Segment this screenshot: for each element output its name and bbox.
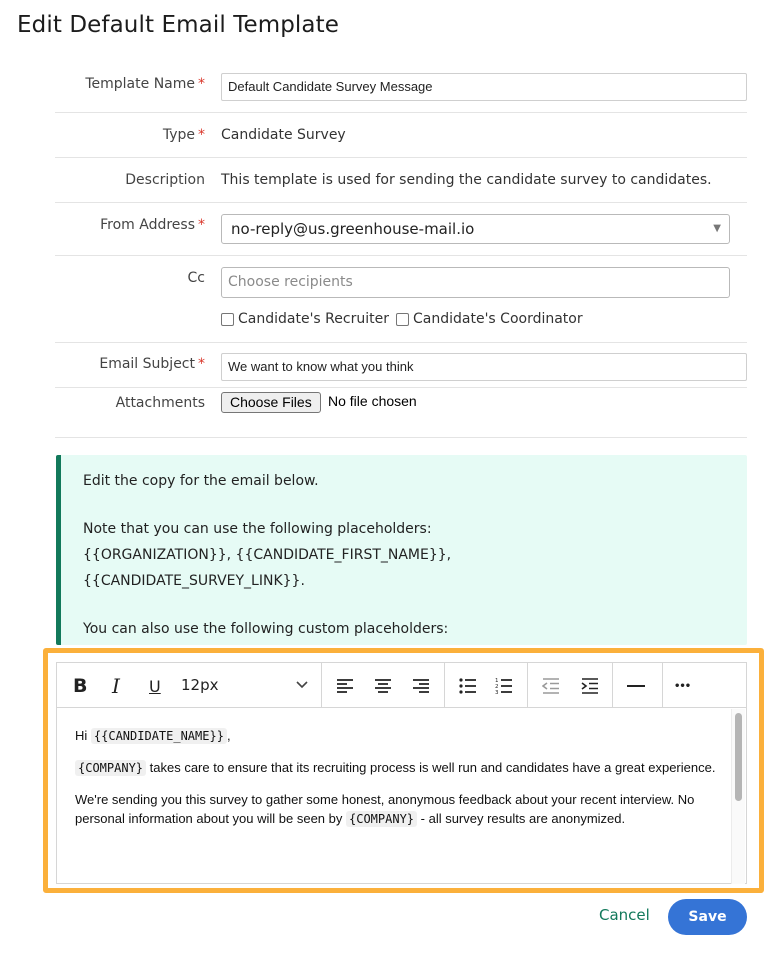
bullet-list-icon[interactable] [459, 675, 477, 697]
row-description: Description This template is used for se… [55, 158, 747, 203]
cc-recruiter-label: Candidate's Recruiter [238, 311, 389, 327]
save-button[interactable]: Save [668, 899, 747, 935]
scrollbar-thumb[interactable] [735, 713, 742, 801]
bold-icon[interactable]: B [73, 675, 87, 697]
row-type: Type * Candidate Survey [55, 113, 747, 158]
email-subject-input[interactable]: We want to know what you think [221, 353, 747, 381]
paragraph-3-suffix: - all survey results are anonymized. [417, 811, 626, 826]
toolbar-separator [527, 663, 528, 708]
placeholder-callout: Edit the copy for the email below. Note … [56, 455, 747, 645]
chevron-down-icon[interactable] [295, 677, 309, 697]
cc-coordinator-checkbox[interactable]: Candidate's Coordinator [396, 311, 583, 327]
numbered-list-icon[interactable]: 123 [495, 675, 513, 697]
toolbar-separator [444, 663, 445, 708]
greeting-suffix: , [226, 728, 231, 743]
editor-scrollbar[interactable] [731, 709, 745, 884]
description-label: Description [125, 172, 205, 188]
cc-coordinator-label: Candidate's Coordinator [413, 311, 583, 327]
body-paragraph-2: {COMPANY} takes care to ensure that its … [75, 758, 733, 778]
page-title: Edit Default Email Template [17, 12, 339, 38]
checkbox-icon[interactable] [396, 312, 409, 326]
cancel-button[interactable]: Cancel [599, 906, 650, 924]
editor-content[interactable]: Hi {{CANDIDATE_NAME}}, {COMPANY} takes c… [57, 709, 733, 884]
placeholder-tag: {COMPANY} [75, 760, 147, 776]
row-cc: Cc Choose recipients Candidate's Recruit… [55, 256, 747, 343]
editor-toolbar: B I U 12px 123 ••• [57, 663, 746, 708]
template-name-input[interactable]: Default Candidate Survey Message [221, 73, 747, 101]
template-name-label: Template Name * [85, 76, 205, 92]
dropdown-caret-icon: ▼ [713, 223, 721, 234]
body-paragraph-3: We're sending you this survey to gather … [75, 790, 733, 829]
align-center-icon[interactable] [374, 675, 392, 697]
type-label: Type * [162, 127, 205, 143]
font-size-select[interactable]: 12px [181, 676, 219, 694]
italic-icon[interactable]: I [112, 674, 120, 698]
placeholder-tag: {{CANDIDATE_NAME}} [90, 728, 227, 744]
callout-line-3: You can also use the following custom pl… [83, 621, 449, 637]
toolbar-separator [662, 663, 663, 708]
email-body-editor: B I U 12px 123 ••• Hi {{CANDIDATE_NAME}}… [56, 662, 747, 884]
align-right-icon[interactable] [412, 675, 430, 697]
row-email-subject: Email Subject * We want to know what you … [55, 343, 747, 388]
from-address-label: From Address * [100, 217, 205, 233]
from-address-select[interactable]: no-reply@us.greenhouse-mail.io ▼ [221, 214, 730, 244]
more-options-icon[interactable]: ••• [674, 675, 691, 697]
body-paragraph-1: Hi {{CANDIDATE_NAME}}, [75, 726, 733, 746]
paragraph-2-text: takes care to ensure that its recruiting… [146, 760, 716, 775]
greeting-text: Hi [75, 728, 91, 743]
toolbar-separator [612, 663, 613, 708]
cc-recruiter-checkbox[interactable]: Candidate's Recruiter [221, 311, 389, 327]
type-value: Candidate Survey [221, 127, 346, 143]
row-attachments: Attachments Choose Files No file chosen [55, 388, 747, 438]
align-left-icon[interactable] [336, 675, 354, 697]
attachments-label: Attachments [115, 395, 205, 411]
callout-line-2: Note that you can use the following plac… [83, 521, 452, 589]
cc-recipients-input[interactable]: Choose recipients [221, 267, 730, 298]
placeholder-tag: {COMPANY} [346, 811, 418, 827]
template-form: Template Name * Default Candidate Survey … [55, 62, 747, 438]
horizontal-rule-icon[interactable] [626, 675, 646, 697]
email-subject-label: Email Subject * [99, 356, 205, 372]
row-from-address: From Address * no-reply@us.greenhouse-mai… [55, 203, 747, 256]
cc-label: Cc [187, 270, 205, 286]
file-status: No file chosen [328, 393, 417, 409]
from-address-value: no-reply@us.greenhouse-mail.io [231, 220, 475, 238]
callout-line-1: Edit the copy for the email below. [83, 473, 319, 489]
svg-text:3: 3 [495, 690, 499, 695]
toolbar-separator [321, 663, 322, 708]
description-value: This template is used for sending the ca… [221, 172, 712, 188]
outdent-icon[interactable] [542, 675, 560, 697]
underline-icon[interactable]: U [149, 675, 161, 697]
row-template-name: Template Name * Default Candidate Survey … [55, 62, 747, 113]
choose-files-button[interactable]: Choose Files [221, 392, 321, 413]
checkbox-icon[interactable] [221, 312, 234, 326]
indent-icon[interactable] [581, 675, 599, 697]
